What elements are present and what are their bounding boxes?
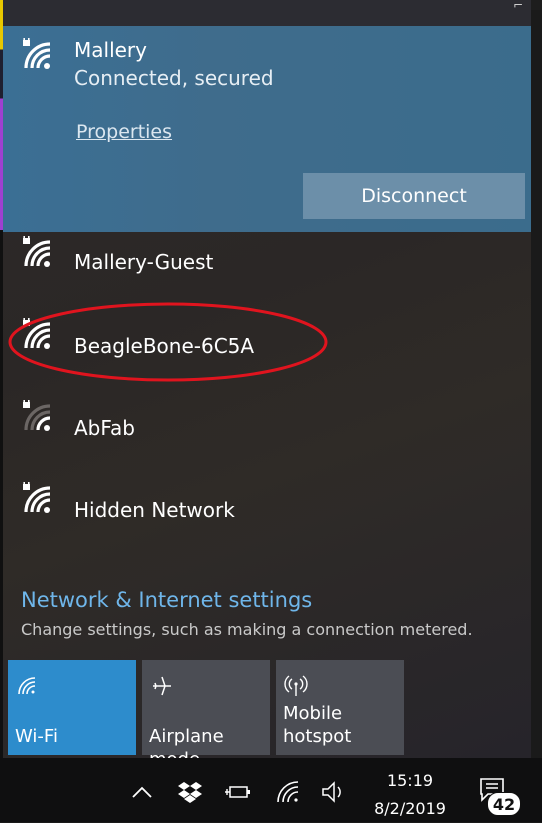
wifi-icon [18, 677, 36, 695]
quick-action-label: Wi-Fi [15, 726, 58, 747]
network-name: Mallery-Guest [74, 250, 214, 274]
airplane-mode-button[interactable]: Airplane mode [142, 660, 270, 758]
flyout-top-strip: ⌐ [3, 0, 531, 26]
mobile-hotspot-button[interactable]: Mobile hotspot [276, 660, 404, 755]
secured-wifi-icon [23, 38, 51, 69]
quick-action-label-line2: hotspot [283, 726, 352, 747]
network-item-abfab[interactable]: AbFab [3, 386, 531, 466]
network-name: Hidden Network [74, 498, 235, 522]
wifi-icon[interactable] [274, 778, 302, 806]
connected-network-name: Mallery [74, 38, 147, 62]
network-name: BeagleBone-6C5A [74, 334, 255, 358]
connected-network-status: Connected, secured [74, 66, 274, 90]
quick-action-label: Mobile [283, 703, 343, 724]
chevron-up-icon[interactable] [128, 778, 156, 806]
secured-wifi-icon [23, 318, 51, 349]
airplane-icon [153, 676, 171, 696]
network-flyout: ⌐ Mallery Connected, secured Properties … [3, 0, 531, 758]
network-settings-description: Change settings, such as making a connec… [21, 620, 473, 639]
taskbar-clock[interactable]: 15:19 8/2/2019 [368, 767, 452, 823]
secured-wifi-icon [23, 236, 51, 267]
network-item-beaglebone[interactable]: BeagleBone-6C5A [3, 304, 531, 384]
wifi-toggle-button[interactable]: Wi-Fi [8, 660, 136, 755]
taskbar: 15:19 8/2/2019 [0, 758, 542, 822]
clock-date: 8/2/2019 [374, 799, 446, 818]
disconnect-button[interactable]: Disconnect [303, 173, 525, 219]
network-name: AbFab [74, 416, 135, 440]
volume-icon[interactable] [320, 778, 348, 806]
hotspot-icon [284, 675, 308, 696]
connected-network-panel[interactable]: Mallery Connected, secured Properties Di… [3, 26, 531, 232]
properties-link[interactable]: Properties [76, 121, 172, 143]
dropbox-icon[interactable] [176, 778, 204, 806]
close-icon[interactable]: ⌐ [513, 0, 523, 11]
secured-wifi-icon [23, 482, 51, 513]
weak-secured-wifi-icon [23, 400, 51, 431]
notification-count-badge: 42 [487, 792, 521, 816]
quick-action-label: Airplane mode [149, 726, 224, 758]
network-item-mallery-guest[interactable]: Mallery-Guest [3, 222, 531, 302]
clock-time: 15:19 [386, 771, 434, 790]
network-item-hidden-network[interactable]: Hidden Network [3, 468, 531, 548]
network-settings-link[interactable]: Network & Internet settings [21, 588, 312, 612]
power-icon[interactable] [224, 778, 252, 806]
